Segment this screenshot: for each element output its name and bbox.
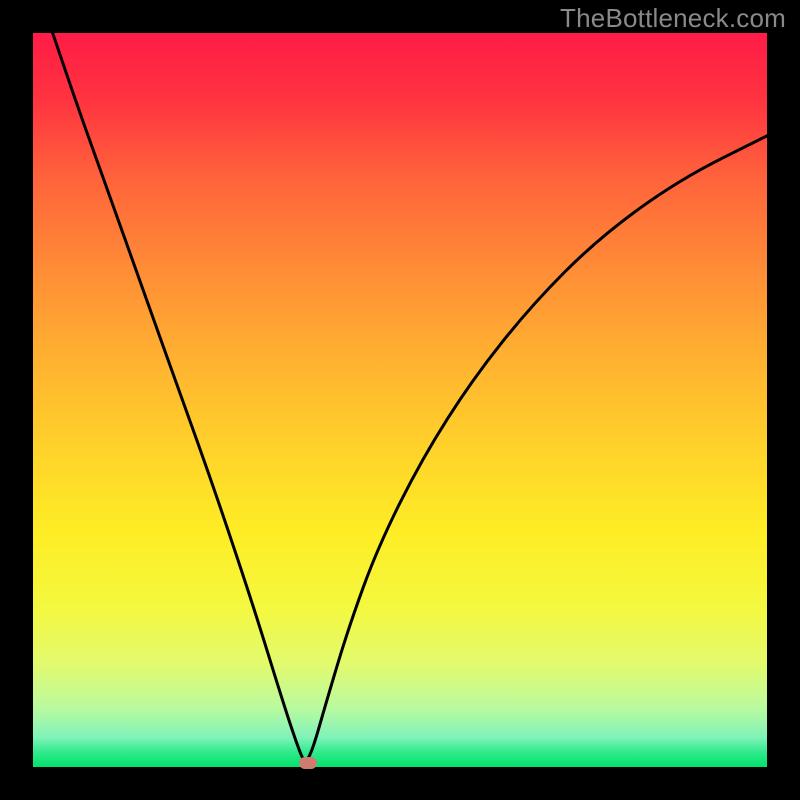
chart-frame: TheBottleneck.com [0, 0, 800, 800]
plot-area [33, 33, 767, 767]
minimum-marker [299, 757, 317, 769]
watermark-text: TheBottleneck.com [560, 3, 786, 34]
bottleneck-curve [33, 33, 767, 767]
